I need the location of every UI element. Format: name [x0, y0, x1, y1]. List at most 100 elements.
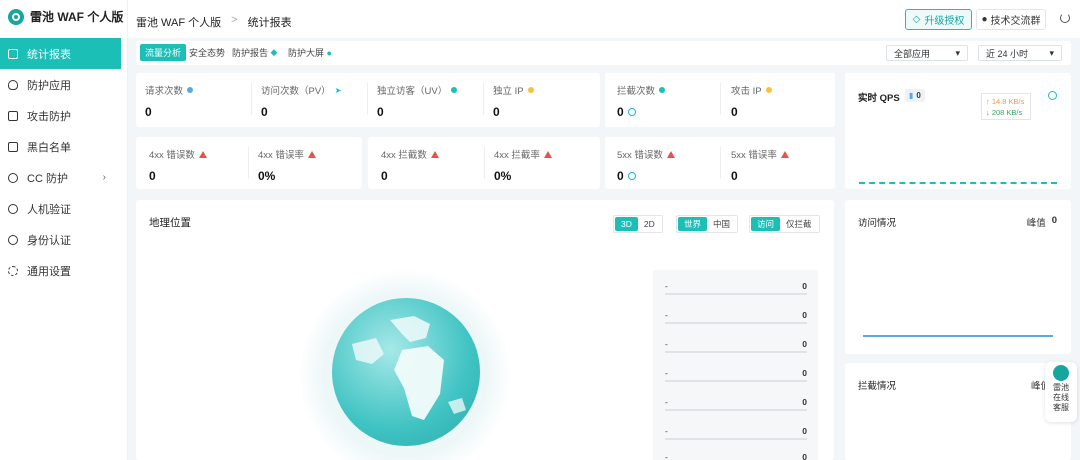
person-icon: [187, 87, 194, 93]
metric-value: 0: [493, 105, 500, 119]
gear-icon: [8, 265, 18, 276]
chevron-down-icon: ▾: [955, 47, 960, 58]
rank-value: 0: [802, 281, 807, 291]
info-icon[interactable]: [627, 172, 636, 180]
region-world-button[interactable]: 世界: [678, 217, 708, 231]
rank-name: -: [665, 368, 668, 378]
list-icon: [8, 141, 18, 152]
divider: [367, 83, 368, 115]
metric-label: 拦截次数: [617, 86, 656, 97]
time-select[interactable]: 近 24 小时 ▾: [978, 45, 1062, 61]
chart-icon: [8, 48, 18, 59]
chevron-right-icon: ›: [102, 172, 106, 183]
4xx-intercept-card: 4xx 拦截数 0 4xx 拦截率 0%: [368, 137, 600, 189]
metric-uv: 独立访客（UV） 0: [377, 83, 477, 119]
globe-3d[interactable]: [332, 298, 480, 446]
logo-text: 雷池 WAF 个人版: [30, 10, 124, 24]
sidebar-item-attack-protection[interactable]: 攻击防护: [0, 100, 128, 131]
mode-3d-button[interactable]: 3D: [615, 217, 638, 231]
rank-name: -: [665, 310, 668, 320]
intercepts-title: 拦截情况: [858, 381, 897, 392]
rank-bar: [665, 322, 807, 324]
divider: [720, 83, 721, 115]
tab-protection-screen[interactable]: 防护大屏 ●: [283, 44, 337, 61]
tab-security-posture[interactable]: 安全态势: [184, 44, 230, 61]
metric-label: 4xx 拦截率: [494, 150, 540, 161]
app-logo[interactable]: 雷池 WAF 个人版: [8, 8, 123, 25]
sidebar-nav: 统计报表 防护应用 攻击防护 黑白名单 CC 防护 › 人机验证 身份认证 通用…: [0, 38, 128, 286]
document-icon: [8, 110, 18, 121]
metric-requests: 请求次数 0: [145, 83, 245, 119]
visit-button[interactable]: 访问: [751, 217, 781, 231]
sidebar-item-stats[interactable]: 统计报表: [0, 38, 121, 69]
metric-value: 0: [377, 105, 384, 119]
bar-chart-icon: ▮: [909, 91, 914, 100]
metric-intercepts: 拦截次数 0: [617, 83, 717, 119]
online-support-widget[interactable]: 雷池 在线 客服: [1045, 362, 1077, 422]
sidebar-item-blacklist[interactable]: 黑白名单: [0, 131, 128, 162]
sidebar-item-label: 通用设置: [27, 265, 71, 278]
tech-label: 技术交流群: [990, 16, 1041, 27]
metric-value: 0: [731, 169, 738, 183]
metric-label: 请求次数: [145, 86, 184, 97]
region-toggle: 世界 中国: [676, 215, 739, 233]
upgrade-button[interactable]: ◇ 升级授权: [905, 9, 972, 30]
tab-protection-report[interactable]: 防护报告 ◆: [227, 44, 282, 61]
app-select[interactable]: 全部应用 ▾: [886, 45, 968, 61]
metric-label: 攻击 IP: [731, 86, 762, 97]
visits-card: 访问情况 峰值 0: [845, 200, 1071, 354]
logout-icon[interactable]: [1060, 13, 1070, 23]
metric-value: 0: [261, 105, 268, 119]
mode-2d-button[interactable]: 2D: [638, 217, 661, 231]
traffic-metrics-card: 请求次数 0 访问次数（PV） ➤ 0 独立访客（UV） 0 独立 IP 0: [136, 73, 600, 127]
metric-label: 访问次数（PV）: [261, 86, 331, 97]
divider: [484, 147, 485, 179]
metric-label: 独立 IP: [493, 86, 524, 97]
region-china-button[interactable]: 中国: [707, 217, 736, 231]
rank-name: -: [665, 397, 668, 407]
visits-title: 访问情况: [858, 218, 897, 229]
logo-icon: [8, 8, 24, 25]
users-icon: [451, 87, 458, 93]
sidebar-item-auth[interactable]: 身份认证: [0, 224, 128, 255]
globe-halo: [300, 270, 510, 460]
data-type-toggle: 访问 仅拦截: [749, 215, 820, 233]
sidebar-item-settings[interactable]: 通用设置: [0, 255, 128, 286]
top-bar: 雷池 WAF 个人版 > 统计报表 ◇ 升级授权 ● 技术交流群: [128, 0, 1080, 38]
continents-shape: [352, 316, 466, 420]
tech-group-button[interactable]: ● 技术交流群: [976, 9, 1046, 30]
intercept-metrics-card: 拦截次数 0 攻击 IP 0: [605, 73, 835, 127]
sidebar-item-cc-protection[interactable]: CC 防护 ›: [0, 162, 128, 193]
peak-label: 峰值: [1026, 218, 1046, 229]
refresh-icon[interactable]: [1048, 91, 1057, 100]
metric-unique-ip: 独立 IP 0: [493, 83, 593, 119]
rank-row: -0: [665, 281, 807, 295]
metric-value: 0: [145, 105, 152, 119]
info-icon[interactable]: [627, 108, 636, 116]
breadcrumb: 雷池 WAF 个人版 > 统计报表: [136, 14, 292, 30]
intercept-only-button[interactable]: 仅拦截: [780, 217, 818, 231]
sidebar-item-label: 攻击防护: [27, 110, 71, 123]
sidebar-item-protected-apps[interactable]: 防护应用: [0, 69, 128, 100]
breadcrumb-current: 统计报表: [247, 17, 292, 29]
bandwidth-legend: ↑ 14.8 KB/s ↓ 208 KB/s: [981, 93, 1031, 120]
tab-traffic-analysis[interactable]: 流量分析: [140, 44, 187, 61]
breadcrumb-root[interactable]: 雷池 WAF 个人版: [136, 14, 221, 30]
support-line: 在线: [1053, 393, 1069, 402]
tab-bar: 流量分析 安全态势 防护报告 ◆ 防护大屏 ● 全部应用 ▾ 近 24 小时 ▾: [136, 41, 1071, 65]
rank-bar: [665, 351, 807, 353]
metric-value: 0: [617, 105, 624, 119]
sidebar-item-captcha[interactable]: 人机验证: [0, 193, 128, 224]
flag-icon: [765, 87, 772, 93]
time-select-value: 近 24 小时: [986, 48, 1029, 59]
rank-row: -0: [665, 452, 807, 460]
rank-row: -0: [665, 426, 807, 440]
globe-icon: ●: [326, 47, 332, 58]
intercepts-card: 拦截情况 峰值: [845, 363, 1071, 460]
metric-label: 4xx 拦截数: [381, 150, 427, 161]
group-icon: ●: [981, 14, 988, 25]
5xx-error-card: 5xx 错误数 0 5xx 错误率 0: [605, 137, 835, 189]
divider: [720, 147, 721, 179]
breadcrumb-separator: >: [231, 14, 238, 26]
rank-value: 0: [802, 368, 807, 378]
